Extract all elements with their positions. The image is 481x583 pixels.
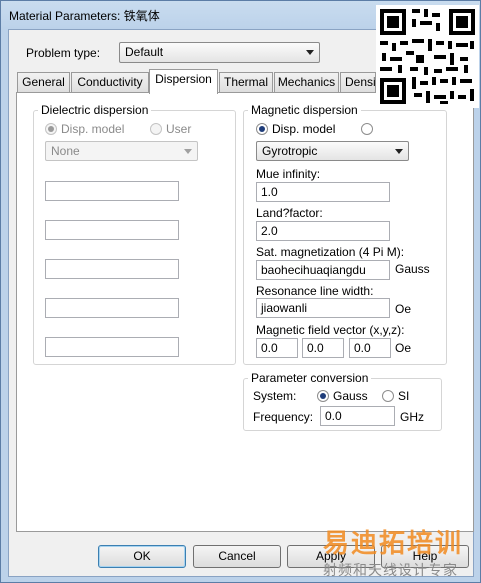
tab-mechanics[interactable]: Mechanics [274,72,339,92]
resonance-width-input[interactable]: jiaowanli [256,298,390,318]
gauss-label: Gauss [333,389,368,403]
magnetic-disp-model-radio[interactable] [256,123,268,135]
chevron-down-icon [306,50,314,55]
tab-density[interactable]: Densit [340,72,376,92]
tab-conductivity[interactable]: Conductivity [71,72,149,92]
watermark-tagline: 射频和天线设计专家 [323,562,458,578]
dielectric-model-value: None [51,144,80,158]
dielectric-field-2[interactable] [45,220,179,240]
magnetic-field-y-input[interactable]: 0.0 [302,338,344,358]
si-label: SI [398,389,410,403]
dialog-window: Material Parameters: 铁氧体 Problem type: D… [0,0,481,583]
resonance-width-label: Resonance line width: [256,284,374,298]
sat-magnetization-input[interactable]: baohecihuaqiangdu [256,260,390,280]
magnetic-model-select[interactable]: Gyrotropic [256,141,409,161]
system-label: System: [253,389,297,403]
dielectric-user-label: User [166,122,192,136]
magnetic-field-z-input[interactable]: 0.0 [349,338,391,358]
qr-code-image [376,5,479,108]
sat-magnetization-unit: Gauss [395,262,430,276]
dielectric-field-5[interactable] [45,337,179,357]
tab-thermal[interactable]: Thermal [219,72,273,92]
mue-infinity-label: Mue infinity: [256,167,321,181]
watermark-logo-text: 易迪拓培训 [323,528,464,558]
gauss-radio[interactable] [317,390,329,402]
lande-factor-input[interactable]: 2.0 [256,221,390,241]
ok-button[interactable]: OK [98,545,186,568]
mue-infinity-input[interactable]: 1.0 [256,182,390,202]
frequency-unit: GHz [400,410,424,424]
dielectric-disp-model-label: Disp. model [61,122,125,136]
chevron-down-icon [395,149,403,154]
chevron-down-icon [184,149,192,154]
tab-general[interactable]: General [17,72,70,92]
problem-type-select[interactable]: Default [119,42,320,63]
problem-type-value: Default [125,45,164,59]
magnetic-field-label: Magnetic field vector (x,y,z): [256,323,405,337]
qr-code-icon [376,5,479,108]
dielectric-model-select[interactable]: None [45,141,198,161]
sat-magnetization-label: Sat. magnetization (4 Pi M): [256,245,405,259]
problem-type-label: Problem type: [26,46,101,60]
dielectric-field-4[interactable] [45,298,179,318]
si-radio[interactable] [382,390,394,402]
tab-dispersion[interactable]: Dispersion [149,69,218,94]
magnetic-model-value: Gyrotropic [262,144,318,158]
magnetic-field-x-input[interactable]: 0.0 [256,338,298,358]
window-title: Material Parameters: 铁氧体 [9,9,160,23]
cancel-button[interactable]: Cancel [193,545,281,568]
lande-factor-label: Land?factor: [256,206,323,220]
dielectric-user-radio[interactable] [150,123,162,135]
dielectric-field-1[interactable] [45,181,179,201]
frequency-input[interactable]: 0.0 [320,406,395,426]
magnetic-field-unit: Oe [395,341,412,355]
resonance-width-unit: Oe [395,302,412,316]
parameter-conversion-title: Parameter conversion [248,371,372,385]
magnetic-user-radio[interactable] [361,123,373,135]
frequency-label: Frequency: [253,410,314,424]
dielectric-disp-model-radio[interactable] [45,123,57,135]
dielectric-field-3[interactable] [45,259,179,279]
magnetic-disp-model-label: Disp. model [272,122,336,136]
dielectric-dispersion-title: Dielectric dispersion [38,103,152,117]
magnetic-dispersion-title: Magnetic dispersion [248,103,361,117]
